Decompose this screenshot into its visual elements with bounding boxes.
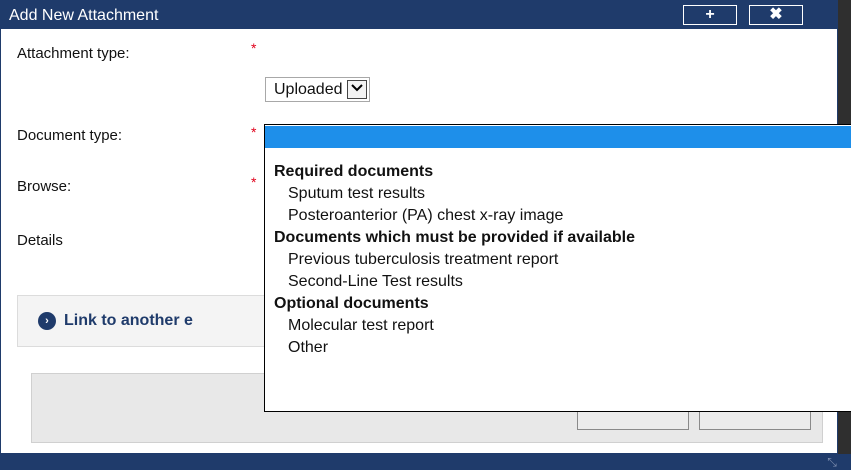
dropdown-group-if-available: Documents which must be provided if avai…	[274, 229, 635, 246]
link-to-another-entity[interactable]: Link to another e	[64, 312, 193, 330]
bottom-window-bar	[0, 454, 851, 470]
dropdown-option[interactable]: Previous tuberculosis treatment report	[265, 249, 851, 271]
dropdown-option[interactable]: Second-Line Test results	[265, 271, 851, 293]
document-type-label: Document type:	[17, 127, 123, 144]
dropdown-group-optional: Optional documents	[274, 295, 429, 312]
required-marker: *	[251, 174, 257, 190]
add-button[interactable]: +	[683, 5, 737, 25]
close-button[interactable]: ✖	[749, 5, 803, 25]
dropdown-option[interactable]: Molecular test report	[265, 315, 851, 337]
dropdown-option[interactable]: Sputum test results	[265, 183, 851, 205]
dropdown-option[interactable]: Posteroanterior (PA) chest x-ray image	[265, 205, 851, 227]
document-type-dropdown-list[interactable]: Required documents Sputum test results P…	[264, 124, 851, 412]
chevron-circle-right-icon: ›	[38, 312, 56, 330]
required-marker: *	[251, 124, 257, 140]
browse-label: Browse:	[17, 178, 72, 195]
attachment-type-select[interactable]: Uploaded	[265, 77, 370, 102]
chevron-down-icon[interactable]	[346, 80, 367, 99]
dialog-title: Add New Attachment	[9, 7, 159, 24]
dropdown-option-empty[interactable]	[265, 126, 851, 148]
resize-icon[interactable]: ⤡	[825, 455, 839, 469]
dropdown-group-required: Required documents	[274, 163, 434, 180]
dropdown-option[interactable]: Other	[265, 337, 851, 359]
required-marker: *	[251, 40, 257, 56]
details-label: Details	[17, 232, 63, 249]
attachment-type-value: Uploaded	[274, 81, 343, 98]
dialog-titlebar: Add New Attachment + ✖	[1, 1, 837, 29]
attachment-type-label: Attachment type:	[17, 45, 130, 62]
